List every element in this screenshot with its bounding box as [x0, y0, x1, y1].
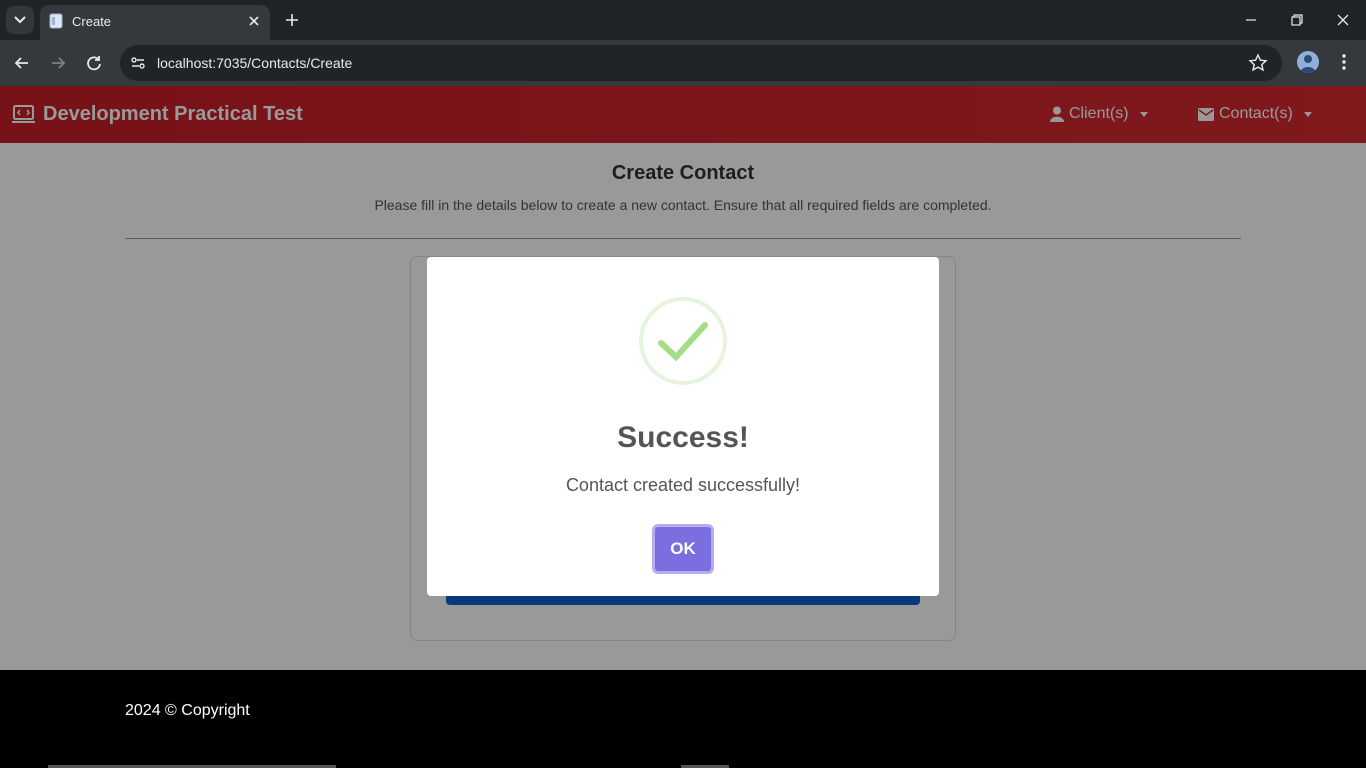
- tab-title: Create: [72, 14, 112, 29]
- forward-arrow-icon[interactable]: [47, 52, 69, 74]
- dialog-title: Success!: [617, 421, 749, 454]
- chevron-down-icon: [14, 16, 26, 24]
- new-tab-icon[interactable]: [282, 10, 302, 30]
- success-dialog: Success! Contact created successfully! O…: [427, 257, 939, 596]
- close-icon[interactable]: [246, 13, 262, 29]
- site-footer: 2024 © Copyright: [0, 670, 1366, 768]
- minimize-icon[interactable]: [1241, 10, 1261, 30]
- back-arrow-icon[interactable]: [11, 52, 33, 74]
- tab-search-button[interactable]: [6, 6, 34, 34]
- address-bar[interactable]: localhost:7035/Contacts/Create: [120, 45, 1282, 81]
- reload-icon[interactable]: [83, 52, 105, 74]
- bookmark-star-icon[interactable]: [1248, 53, 1268, 73]
- restore-icon[interactable]: [1287, 10, 1307, 30]
- browser-tabbar: Create: [0, 0, 1366, 40]
- url-text: localhost:7035/Contacts/Create: [157, 55, 352, 71]
- url-path: /Contacts/Create: [247, 55, 353, 71]
- browser-menu-icon[interactable]: [1334, 52, 1354, 72]
- window-close-icon[interactable]: [1333, 10, 1353, 30]
- success-icon-ring: [639, 297, 727, 385]
- dialog-message: Contact created successfully!: [565, 475, 801, 495]
- document-icon: [49, 13, 63, 29]
- checkmark-icon: [658, 322, 708, 362]
- url-host: localhost:7035: [157, 55, 248, 71]
- ok-button[interactable]: OK: [652, 524, 714, 574]
- browser-toolbar: localhost:7035/Contacts/Create: [0, 40, 1366, 86]
- profile-avatar[interactable]: [1297, 51, 1319, 73]
- person-icon: [1300, 55, 1316, 73]
- copyright-text: 2024 © Copyright: [125, 702, 250, 719]
- browser-tab-active[interactable]: Create: [40, 5, 270, 40]
- site-info-icon[interactable]: [128, 53, 148, 73]
